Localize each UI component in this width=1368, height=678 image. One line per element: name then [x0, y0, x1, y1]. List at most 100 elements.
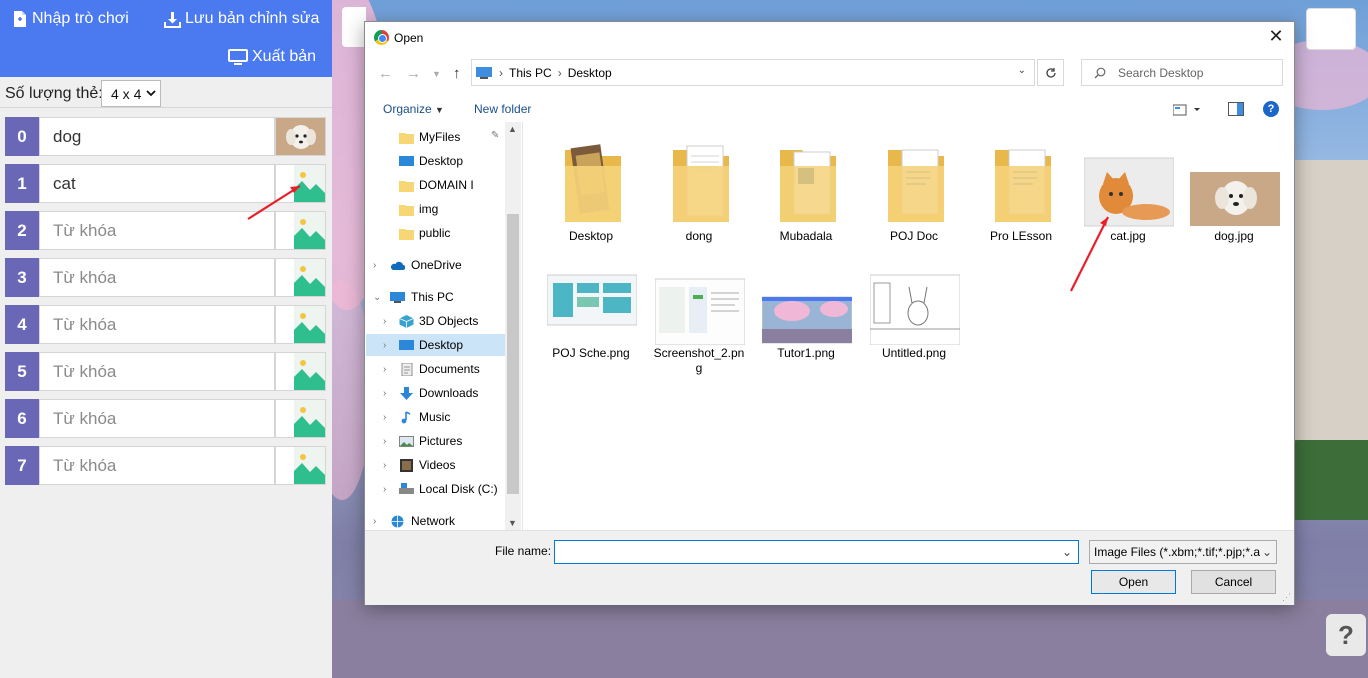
chevron-right-icon[interactable]: › [383, 436, 386, 447]
nav-item-3d-objects[interactable]: › 3D Objects [366, 310, 505, 332]
forward-arrow-icon[interactable]: → [406, 65, 421, 82]
nav-item-videos[interactable]: › Videos [366, 454, 505, 476]
card-keyword-input[interactable]: Từ khóa [39, 446, 275, 485]
chevron-up-icon[interactable]: ▲ [508, 124, 517, 134]
chevron-right-icon[interactable]: › [383, 412, 386, 423]
file-item-dog-jpg[interactable]: dog.jpg [1186, 142, 1282, 252]
chevron-right-icon[interactable]: › [383, 388, 386, 399]
card-image-slot[interactable] [275, 352, 326, 391]
organize-label: Organize [383, 102, 432, 116]
nav-item-myfiles[interactable]: MyFiles ✎ [366, 126, 505, 148]
card-image-slot[interactable] [275, 117, 326, 156]
up-arrow-icon[interactable]: ↑ [453, 65, 461, 82]
address-bar[interactable]: › This PC › Desktop ⌄ [471, 59, 1035, 86]
file-name-input[interactable]: ⌄ [554, 540, 1079, 564]
nav-item-network[interactable]: › Network [366, 510, 505, 530]
nav-item-documents[interactable]: › Documents [366, 358, 505, 380]
corner-button-right[interactable] [1306, 8, 1356, 50]
card-keyword-input[interactable]: cat [39, 164, 275, 203]
chevron-right-icon[interactable]: › [383, 340, 386, 351]
nav-label: Downloads [419, 386, 479, 400]
nav-label: Local Disk (C:) [419, 482, 498, 496]
card-image-slot[interactable] [275, 399, 326, 438]
chevron-right-icon[interactable]: › [383, 460, 386, 471]
file-item-poj-doc[interactable]: POJ Doc [866, 142, 962, 252]
nav-item-desktop-quick[interactable]: Desktop [366, 150, 505, 172]
chevron-right-icon[interactable]: › [383, 484, 386, 495]
save-edits-button[interactable]: Lưu bản chỉnh sửa [164, 10, 319, 28]
pane-divider[interactable] [522, 122, 523, 530]
chevron-right-icon[interactable]: › [373, 260, 376, 271]
file-item-poj-sche[interactable]: POJ Sche.png [543, 259, 639, 369]
search-input[interactable]: Search Desktop [1081, 59, 1283, 86]
tree-scroll-thumb[interactable] [507, 214, 519, 494]
help-button[interactable]: ? [1326, 614, 1366, 656]
card-count-select[interactable]: 4 x 4 [101, 80, 161, 107]
corner-button-left[interactable] [342, 7, 366, 47]
card-keyword-input[interactable]: Từ khóa [39, 258, 275, 297]
help-icon[interactable]: ? [1263, 101, 1279, 117]
nav-item-desktop[interactable]: › Desktop [366, 334, 505, 356]
card-keyword-input[interactable]: Từ khóa [39, 211, 275, 250]
file-item-dong[interactable]: dong [651, 142, 747, 252]
file-type-value: Image Files (*.xbm;*.tif;*.pjp;*.a [1094, 545, 1261, 559]
back-arrow-icon[interactable]: ← [378, 65, 393, 82]
card-image-slot[interactable] [275, 164, 326, 203]
nav-item-public[interactable]: public [366, 222, 505, 244]
nav-item-local-disk[interactable]: › Local Disk (C:) [366, 478, 505, 500]
nav-item-onedrive[interactable]: › OneDrive [366, 254, 505, 276]
nav-item-downloads[interactable]: › Downloads [366, 382, 505, 404]
card-image-slot[interactable] [275, 211, 326, 250]
breadcrumb-desktop[interactable]: Desktop [568, 66, 612, 80]
search-placeholder: Search Desktop [1118, 65, 1204, 80]
chevron-right-icon[interactable]: › [383, 364, 386, 375]
recent-chevron-icon[interactable]: ▼ [432, 69, 441, 79]
image-placeholder-icon [294, 400, 325, 437]
card-keyword-input[interactable]: dog [39, 117, 275, 156]
chevron-right-icon[interactable]: › [383, 316, 386, 327]
chevron-down-icon[interactable]: ⌄ [1018, 65, 1026, 76]
file-item-desktop-folder[interactable]: Desktop [543, 142, 639, 252]
organize-button[interactable]: Organize ▼ [383, 102, 444, 116]
file-item-tutor1[interactable]: Tutor1.png [758, 259, 854, 369]
nav-item-this-pc[interactable]: ⌄ This PC [366, 286, 505, 308]
card-keyword-input[interactable]: Từ khóa [39, 352, 275, 391]
close-icon[interactable]: ✕ [1266, 26, 1286, 46]
import-game-button[interactable]: Nhập trò chơi [12, 10, 129, 28]
nav-label: This PC [411, 290, 454, 304]
file-item-pro-lesson[interactable]: Pro LEsson [973, 142, 1069, 252]
card-row: 1 cat [5, 164, 326, 203]
open-file-dialog: Open ✕ ← → ▼ ↑ › This PC › Desktop ⌄ Sea… [364, 21, 1295, 605]
card-image-slot[interactable] [275, 305, 326, 344]
export-button[interactable]: Xuất bản [228, 48, 316, 66]
nav-item-pictures[interactable]: › Pictures [366, 430, 505, 452]
import-game-label: Nhập trò chơi [32, 10, 129, 27]
view-options-icon[interactable] [1172, 103, 1201, 121]
cancel-button[interactable]: Cancel [1191, 570, 1276, 594]
scene-thumbnail-icon [762, 296, 852, 344]
download-icon [164, 11, 181, 28]
file-item-mubadala[interactable]: Mubadala [758, 142, 854, 252]
file-type-select[interactable]: Image Files (*.xbm;*.tif;*.pjp;*.a ⌄ [1089, 540, 1277, 564]
card-keyword-input[interactable]: Từ khóa [39, 305, 275, 344]
cloud-icon [391, 261, 405, 270]
nav-item-img[interactable]: img [366, 198, 505, 220]
nav-item-domain[interactable]: DOMAIN I [366, 174, 505, 196]
chevron-down-icon[interactable]: ⌄ [373, 292, 381, 303]
preview-pane-icon[interactable] [1228, 102, 1244, 121]
card-keyword-input[interactable]: Từ khóa [39, 399, 275, 438]
breadcrumb-this-pc[interactable]: This PC [509, 66, 552, 80]
nav-item-music[interactable]: › Music [366, 406, 505, 428]
chevron-right-icon[interactable]: › [373, 516, 376, 527]
file-item-cat-jpg[interactable]: cat.jpg [1080, 142, 1176, 252]
chevron-down-icon[interactable]: ⌄ [1062, 545, 1072, 559]
card-image-slot[interactable] [275, 446, 326, 485]
file-item-screenshot-2[interactable]: Screenshot_2.png [651, 259, 747, 375]
resize-grip-icon[interactable]: ⋰ [1282, 592, 1291, 603]
card-image-slot[interactable] [275, 258, 326, 297]
new-folder-button[interactable]: New folder [474, 102, 531, 116]
refresh-icon[interactable] [1037, 59, 1064, 86]
chevron-down-icon[interactable]: ▼ [508, 518, 517, 528]
open-button[interactable]: Open [1091, 570, 1176, 594]
file-item-untitled[interactable]: Untitled.png [866, 259, 962, 369]
